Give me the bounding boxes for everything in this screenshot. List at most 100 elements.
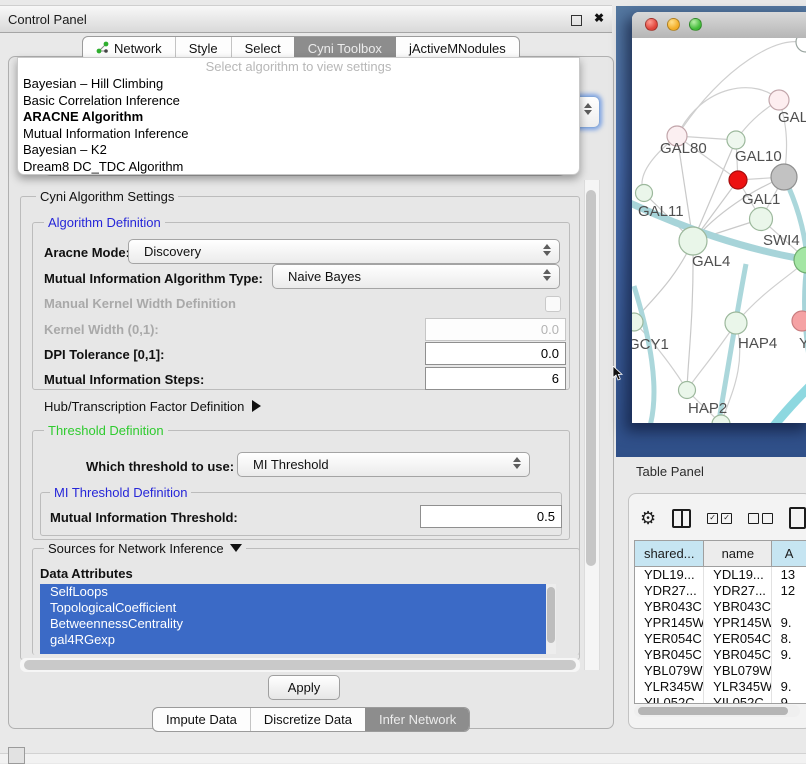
table-row[interactable]: YBR043CYBR043C bbox=[635, 599, 806, 615]
aracne-mode-label: Aracne Mode: bbox=[44, 245, 130, 260]
table-row[interactable]: YBR045CYBR045C9. bbox=[635, 647, 806, 663]
network-node[interactable] bbox=[750, 208, 773, 231]
algorithm-option[interactable]: Dream8 DC_TDC Algorithm bbox=[18, 159, 579, 176]
network-node-label: GAL4 bbox=[692, 253, 730, 270]
table-cell: YIL052C bbox=[704, 695, 771, 704]
table-row[interactable]: YBL079WYBL079W bbox=[635, 663, 806, 679]
cyni-algorithm-settings-title: Cyni Algorithm Settings bbox=[36, 189, 178, 204]
network-node-label: GCY1 bbox=[632, 336, 669, 353]
gear-icon[interactable]: ⚙ bbox=[640, 509, 656, 527]
table-cell: 8. bbox=[772, 631, 806, 647]
attributes-scrollbar[interactable] bbox=[546, 584, 556, 654]
network-edge[interactable] bbox=[634, 286, 654, 423]
table-cell: YLR345W bbox=[635, 679, 704, 695]
algorithm-option[interactable]: Basic Correlation Inference bbox=[18, 93, 579, 110]
mouse-cursor bbox=[612, 366, 624, 381]
which-threshold-combo[interactable]: MI Threshold bbox=[237, 452, 530, 477]
network-view-window[interactable]: GALGAL80GAL10GAL1GAL11SWI4GAL4GCY1HAP4YH… bbox=[632, 12, 806, 423]
float-window-icon[interactable] bbox=[571, 15, 582, 26]
close-traffic-light-icon[interactable] bbox=[645, 18, 658, 31]
mi-algorithm-type-combo[interactable]: Naive Bayes bbox=[272, 264, 560, 289]
table-cell: 9. bbox=[772, 615, 806, 631]
tab-label: Network bbox=[114, 41, 162, 56]
aracne-mode-combo[interactable]: Discovery bbox=[128, 239, 560, 264]
settings-vscrollbar-thumb[interactable] bbox=[586, 190, 596, 566]
attribute-item[interactable]: BetweennessCentrality bbox=[40, 616, 548, 632]
apply-button[interactable]: Apply bbox=[268, 675, 340, 700]
bottom-tabstrip: Impute Data Discretize Data Infer Network bbox=[152, 707, 470, 732]
bottom-tab-impute-data[interactable]: Impute Data bbox=[153, 708, 250, 731]
columns-icon[interactable] bbox=[672, 509, 691, 528]
network-node-label: HAP2 bbox=[688, 400, 727, 417]
bottom-tab-label: Impute Data bbox=[166, 712, 237, 727]
minimize-traffic-light-icon[interactable] bbox=[667, 18, 680, 31]
manual-kernel-width-checkbox[interactable] bbox=[545, 296, 561, 312]
network-node[interactable] bbox=[771, 164, 797, 190]
node-table[interactable]: shared...nameA YDL19...YDL19...13YDR27..… bbox=[634, 540, 806, 704]
attribute-item[interactable]: TopologicalCoefficient bbox=[40, 600, 548, 616]
network-graph: GALGAL80GAL10GAL1GAL11SWI4GAL4GCY1HAP4YH… bbox=[632, 38, 806, 423]
table-row[interactable]: YDR27...YDR27...12 bbox=[635, 583, 806, 599]
network-canvas[interactable]: GALGAL80GAL10GAL1GAL11SWI4GAL4GCY1HAP4YH… bbox=[632, 38, 806, 423]
table-row[interactable]: YDL19...YDL19...13 bbox=[635, 567, 806, 583]
attribute-item[interactable]: gal4RGexp bbox=[40, 632, 548, 648]
network-node[interactable] bbox=[769, 90, 789, 110]
settings-hscrollbar-thumb[interactable] bbox=[24, 660, 576, 670]
dpi-tolerance-field[interactable]: 0.0 bbox=[425, 342, 566, 365]
network-node[interactable] bbox=[679, 382, 696, 399]
table-row[interactable]: YLR345WYLR345W9. bbox=[635, 679, 806, 695]
network-node[interactable] bbox=[725, 312, 747, 334]
table-cell: YPR145W bbox=[635, 615, 704, 631]
close-icon[interactable]: ✖ bbox=[594, 11, 604, 25]
aracne-mode-value: Discovery bbox=[144, 244, 201, 259]
tab-label: Select bbox=[245, 41, 281, 56]
attribute-item[interactable] bbox=[40, 648, 548, 654]
table-row[interactable]: YIL052CYIL052C9. bbox=[635, 695, 806, 704]
bottom-tab-discretize-data[interactable]: Discretize Data bbox=[250, 708, 365, 731]
algorithm-option[interactable]: Bayesian – K2 bbox=[18, 142, 579, 159]
table-row[interactable]: YPR145WYPR145W9. bbox=[635, 615, 806, 631]
network-node[interactable] bbox=[796, 38, 806, 52]
algorithm-popup: Select algorithm to view settings Bayesi… bbox=[17, 57, 580, 175]
deselect-all-icon[interactable] bbox=[748, 513, 773, 524]
table-column-header[interactable]: name bbox=[704, 541, 772, 566]
network-edge[interactable] bbox=[770, 382, 806, 423]
mi-threshold-field[interactable]: 0.5 bbox=[420, 505, 562, 528]
sources-group-toggle[interactable]: Sources for Network Inference bbox=[44, 541, 246, 556]
network-node[interactable] bbox=[636, 185, 653, 202]
table-cell: YDR27... bbox=[704, 583, 771, 599]
mi-steps-field[interactable]: 6 bbox=[425, 367, 566, 390]
bottom-tab-infer-network[interactable]: Infer Network bbox=[365, 708, 469, 731]
kernel-width-label: Kernel Width (0,1): bbox=[44, 322, 159, 337]
panel-grip-icon[interactable] bbox=[8, 747, 25, 764]
table-row[interactable]: YER054CYER054C8. bbox=[635, 631, 806, 647]
combo-arrows-icon bbox=[543, 269, 551, 281]
table-column-header[interactable]: shared... bbox=[635, 541, 704, 566]
kernel-width-field[interactable]: 0.0 bbox=[425, 318, 566, 341]
hub-definition-toggle[interactable]: Hub/Transcription Factor Definition bbox=[44, 399, 261, 414]
algorithm-option[interactable]: Bayesian – Hill Climbing bbox=[18, 76, 579, 93]
network-node[interactable] bbox=[792, 311, 806, 331]
network-edge[interactable] bbox=[634, 322, 687, 390]
network-node[interactable] bbox=[729, 171, 747, 189]
algorithm-option[interactable]: Mutual Information Inference bbox=[18, 126, 579, 143]
which-threshold-value: MI Threshold bbox=[253, 457, 329, 472]
network-node[interactable] bbox=[727, 131, 745, 149]
bottom-tab-label: Discretize Data bbox=[264, 712, 352, 727]
table-cell: YDL19... bbox=[635, 567, 704, 583]
threshold-definition-title: Threshold Definition bbox=[44, 423, 168, 438]
algorithm-option[interactable]: ARACNE Algorithm bbox=[18, 109, 579, 126]
network-node-label: Y bbox=[799, 335, 806, 352]
network-edge[interactable] bbox=[677, 88, 779, 136]
zoom-traffic-light-icon[interactable] bbox=[689, 18, 702, 31]
table-toolbar: ⚙ ✓✓ bbox=[640, 504, 806, 532]
attribute-item[interactable]: SelfLoops bbox=[40, 584, 548, 600]
network-node[interactable] bbox=[679, 227, 707, 255]
table-cell: 9. bbox=[772, 647, 806, 663]
table-column-header[interactable]: A bbox=[772, 541, 806, 566]
file-icon[interactable] bbox=[789, 507, 806, 529]
table-hscrollbar-thumb[interactable] bbox=[638, 707, 788, 715]
select-all-icon[interactable]: ✓✓ bbox=[707, 513, 732, 524]
data-attributes-list[interactable]: SelfLoopsTopologicalCoefficientBetweenne… bbox=[40, 584, 556, 654]
network-window-titlebar[interactable] bbox=[632, 12, 806, 39]
